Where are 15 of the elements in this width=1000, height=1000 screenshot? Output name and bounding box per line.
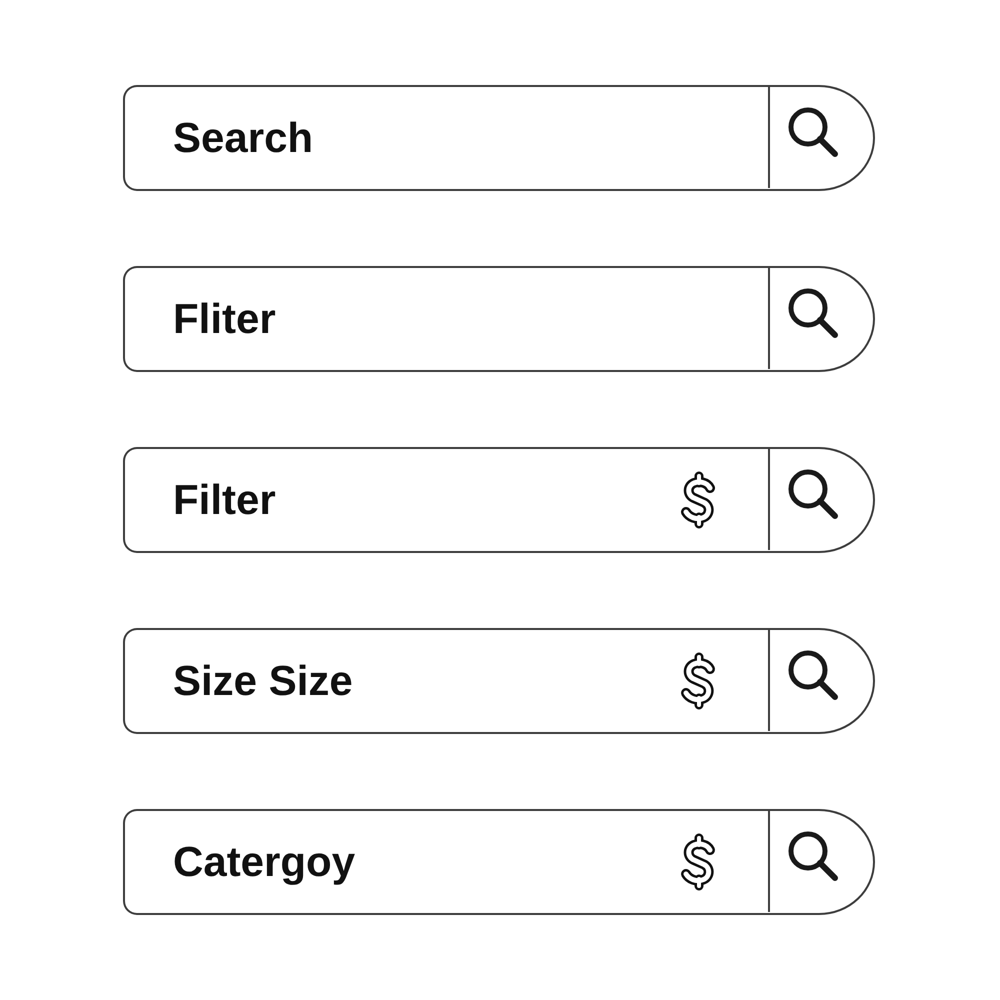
search-bar[interactable]: Search xyxy=(123,85,875,191)
search-icon xyxy=(786,286,838,338)
search-icon xyxy=(786,468,838,520)
search-field[interactable]: Fliter xyxy=(173,295,720,343)
search-field[interactable]: Size Size xyxy=(173,657,658,705)
search-field[interactable]: Filter xyxy=(173,476,658,524)
search-bar[interactable]: Filter xyxy=(123,447,875,553)
search-field[interactable]: Search xyxy=(173,114,720,162)
search-field[interactable]: Catergoy xyxy=(173,838,658,886)
search-bar[interactable]: Catergoy xyxy=(123,809,875,915)
search-bar[interactable]: Size Size xyxy=(123,628,875,734)
search-bar[interactable]: Fliter xyxy=(123,266,875,372)
search-icon xyxy=(786,106,838,158)
search-icon xyxy=(786,648,838,700)
search-icon xyxy=(786,830,838,882)
